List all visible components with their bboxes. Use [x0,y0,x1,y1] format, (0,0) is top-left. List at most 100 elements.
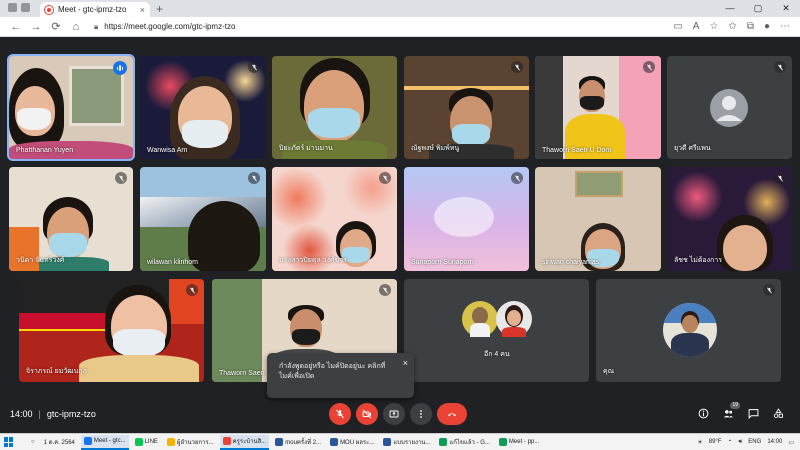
activities-icon [773,407,783,418]
participant-tile[interactable]: ลัชช ไม่ต้องการ [667,167,792,271]
participant-tile[interactable]: ปิยะภัตร์ ม่านมาน [272,56,397,159]
tab-actions[interactable] [8,3,30,12]
mic-off-icon [774,61,786,73]
present-icon [389,410,399,418]
close-icon[interactable]: × [403,358,408,368]
favorites-bar-icon[interactable]: ✩ [728,21,736,32]
weather-icon[interactable]: ☀ [697,439,702,446]
taskbar-item[interactable]: LINE [132,435,161,450]
profile-icon[interactable]: ● [764,21,770,32]
taskbar-item[interactable]: Meet - pp... [496,435,542,450]
tray-arrow-icon[interactable]: ⌃ [727,439,732,446]
avatar [710,89,748,127]
browser-tab[interactable]: Meet - gtc-ipmz-tzo × [40,2,150,17]
people-icon [723,409,733,417]
info-icon [698,408,708,418]
browser-tab-bar: Meet - gtc-ipmz-tzo × + — ▢ ✕ [0,0,800,17]
more-icon[interactable]: ⋯ [780,21,790,32]
tab-close-icon[interactable]: × [140,5,145,15]
reload-icon[interactable]: ⟳ [46,20,66,33]
participant-tile[interactable]: นางสาวปิยตุล วงศ์ขจร [272,167,397,271]
mic-off-icon [115,172,127,184]
participant-name: Thaworn Saen [219,370,265,377]
meeting-details-button[interactable] [696,406,710,420]
read-aloud-icon[interactable]: A [693,21,700,32]
favorite-icon[interactable]: ☆ [709,21,718,32]
participants-count-badge: 19 [730,402,740,409]
participant-tile[interactable]: ยุวดี ศรีแพน [667,56,792,159]
app-icon [222,437,231,445]
url-field[interactable]: 🔒︎ https://meet.google.com/gtc-ipmz-tzo [94,20,614,34]
taskbar-item[interactable]: Meet - gtc... [80,434,129,450]
maximize-icon[interactable]: ▢ [744,0,772,16]
forward-icon[interactable]: → [26,21,46,33]
participant-name: Phatthanan Yuyen [16,147,74,154]
taskbar-item[interactable]: ผู้อำนวยการ... [164,435,217,450]
volume-icon[interactable]: 🔊︎ [739,439,743,446]
home-icon[interactable]: ⌂ [66,21,86,33]
system-tray: ☀ 89°F ⌃ 🔊︎ ENG 14:00 ▭ [697,439,800,446]
hang-up-icon [448,413,456,417]
participant-name: นางสาวปิยตุล วงศ์ขจร [279,257,348,264]
taskbar-item[interactable]: แบบรายงาน... [380,435,433,450]
participant-tile[interactable]: Sunaporn Sunaporn [404,167,529,271]
meeting-time: 14:00 [10,409,33,419]
minimize-icon[interactable]: — [716,0,744,16]
search-icon[interactable]: ○ [28,435,38,450]
windows-start-icon[interactable] [4,437,18,447]
participants-button[interactable]: 19 [721,402,740,420]
camera-off-icon [362,409,372,419]
meet-record-icon [45,5,53,14]
lock-icon: 🔒︎ [94,21,99,31]
more-participants-label: อีก 4 คน [484,351,510,358]
word-icon [330,438,339,446]
participant-tile[interactable]: Thaworn Saen U Dom [535,56,661,159]
close-window-icon[interactable]: ✕ [772,0,800,16]
participant-name: siriwan chaiyamas [542,259,600,266]
participant-name: คุณ [603,368,615,375]
participant-tile[interactable]: wilawan klinhom [140,167,266,271]
chat-button[interactable] [746,406,760,420]
new-tab-button[interactable]: + [156,2,163,17]
taskbar-item[interactable]: แก้ไขแล้ว - G... [436,435,493,450]
tooltip-text: กำลังพูดอยู่หรือ ไมค์ปิดอยู่นะ คลิกที่ไม… [279,363,386,380]
participant-tile[interactable]: ณัฐพงษ์ พิมพ์หนู [404,56,529,159]
taskbar-item[interactable]: mouครั้งที่ 2... [272,435,324,450]
tab-title: Meet - gtc-ipmz-tzo [58,5,127,14]
mic-toggle-button[interactable] [329,403,351,425]
present-screen-button[interactable] [383,403,405,425]
back-icon[interactable]: ← [6,21,26,33]
participant-name: ยุวดี ศรีแพน [674,145,711,152]
input-language[interactable]: ENG [748,439,761,445]
taskbar-date: 1 ต.ค. 2564 [43,440,75,446]
url-text: https://meet.google.com/gtc-ipmz-tzo [104,22,236,31]
mic-off-icon [763,284,775,296]
folder-icon [166,438,175,446]
participant-name: ลัชช ไม่ต้องการ [674,257,722,264]
meeting-code: gtc-ipmz-tzo [46,409,96,419]
avatar [663,303,717,357]
taskbar-item[interactable]: MOU ผลระ... [327,435,377,450]
mic-off-icon [248,172,260,184]
more-vert-icon [420,410,422,418]
more-options-button[interactable] [410,403,432,425]
participant-tile[interactable]: siriwan chaiyamas [535,167,661,271]
collections-icon[interactable]: ⧉ [747,21,754,32]
participant-tile[interactable]: Phatthanan Yuyen [7,54,135,161]
activities-button[interactable] [771,406,785,420]
window-controls: — ▢ ✕ [716,0,800,16]
camera-blocked-icon[interactable]: ▭ [673,21,682,32]
participant-tile[interactable]: วนิดา จันทร์วงศ์ [9,167,133,271]
mic-off-icon [186,284,198,296]
participant-name: ณัฐพงษ์ พิมพ์หนู [411,145,460,152]
participant-name: Wanwisa Am [147,147,188,154]
participant-tile[interactable]: Wanwisa Am [140,56,266,159]
leave-call-button[interactable] [437,403,467,425]
more-participants-tile[interactable]: อีก 4 คน [404,279,589,382]
notification-icon[interactable]: ▭ [788,439,794,446]
self-tile[interactable]: คุณ [596,279,781,382]
taskbar-item[interactable]: ครูระบ้านสิ... [219,434,270,450]
participant-tile[interactable]: จิราภรณ์ ยมวัฒนกุล [19,279,204,382]
camera-toggle-button[interactable] [356,403,378,425]
mic-muted-tooltip: กำลังพูดอยู่หรือ ไมค์ปิดอยู่นะ คลิกที่ไม… [267,353,414,398]
